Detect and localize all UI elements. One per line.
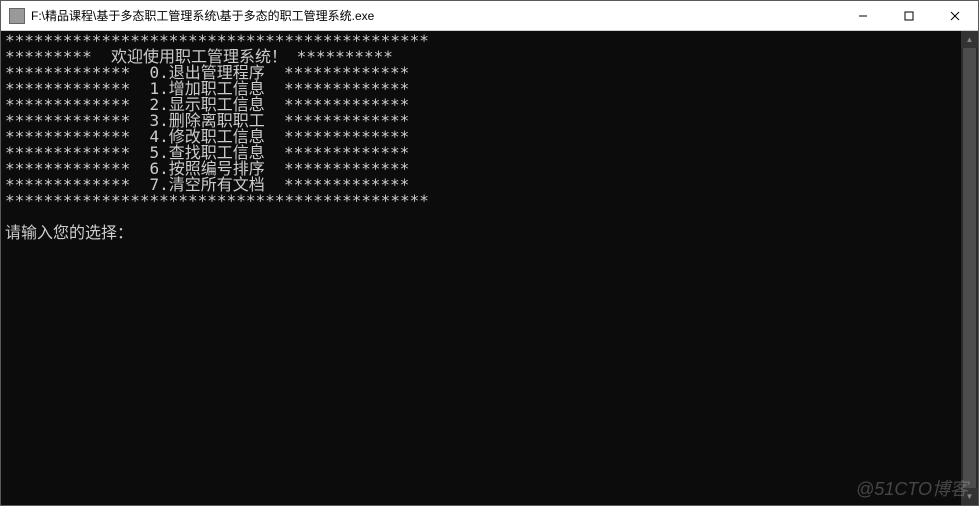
close-button[interactable] bbox=[932, 1, 978, 31]
close-icon bbox=[950, 11, 960, 21]
console-area: ****************************************… bbox=[1, 31, 978, 505]
scroll-down-button[interactable]: ▼ bbox=[961, 488, 978, 505]
scroll-up-button[interactable]: ▲ bbox=[961, 31, 978, 48]
maximize-icon bbox=[904, 11, 914, 21]
app-window: F:\精品课程\基于多态职工管理系统\基于多态的职工管理系统.exe *****… bbox=[0, 0, 979, 506]
minimize-icon bbox=[858, 11, 868, 21]
scrollbar-thumb[interactable] bbox=[963, 48, 976, 488]
titlebar[interactable]: F:\精品课程\基于多态职工管理系统\基于多态的职工管理系统.exe bbox=[1, 1, 978, 31]
minimize-button[interactable] bbox=[840, 1, 886, 31]
menu-border-bottom: ****************************************… bbox=[5, 191, 429, 210]
chevron-down-icon: ▼ bbox=[966, 492, 974, 501]
vertical-scrollbar[interactable]: ▲ ▼ bbox=[961, 31, 978, 505]
prompt-text: 请输入您的选择： bbox=[5, 223, 133, 242]
window-title: F:\精品课程\基于多态职工管理系统\基于多态的职工管理系统.exe bbox=[31, 7, 374, 24]
chevron-up-icon: ▲ bbox=[966, 35, 974, 44]
maximize-button[interactable] bbox=[886, 1, 932, 31]
console-output[interactable]: ****************************************… bbox=[1, 31, 961, 505]
app-icon bbox=[9, 8, 25, 24]
